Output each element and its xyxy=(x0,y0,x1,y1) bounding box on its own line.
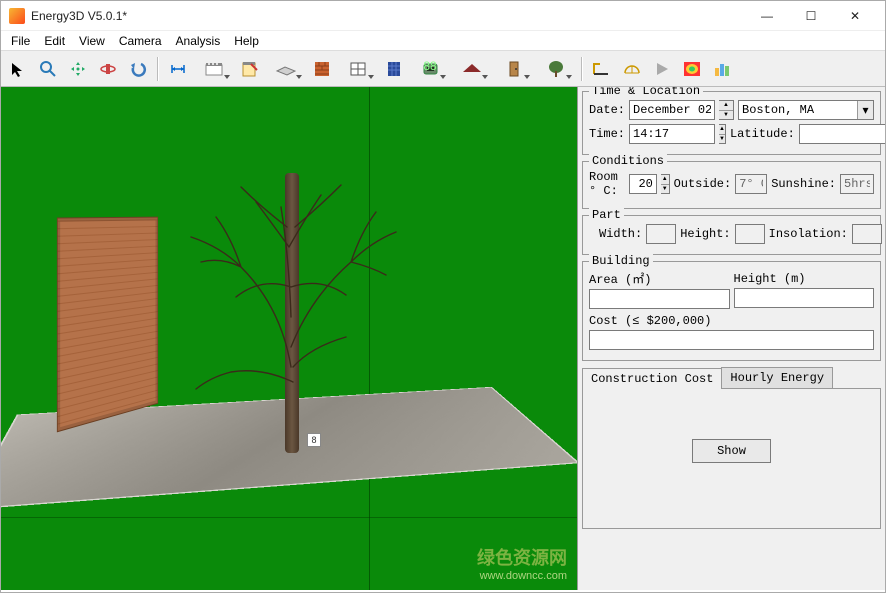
sun-path-icon[interactable] xyxy=(589,56,615,82)
watermark-line1: 绿色资源网 xyxy=(477,544,567,570)
tab-construction-cost[interactable]: Construction Cost xyxy=(582,368,722,389)
group-time-location: Time & Location Date: ▲▼ Boston, MA ▾ Ti… xyxy=(582,91,881,155)
outside-label: Outside: xyxy=(674,177,732,191)
chevron-down-icon[interactable]: ▾ xyxy=(857,101,873,119)
room-temp-label: Room ° C: xyxy=(589,170,625,198)
location-value: Boston, MA xyxy=(739,103,857,117)
building-area-label: Area (㎡) xyxy=(589,273,651,287)
group-conditions: Conditions Room ° C: ▲▼ Outside: Sunshin… xyxy=(582,161,881,209)
group-building: Building Area (㎡) Height (m) Cost (≤ $20… xyxy=(582,261,881,361)
pan-tool-icon[interactable] xyxy=(65,56,91,82)
wall-icon[interactable] xyxy=(309,56,335,82)
menu-edit[interactable]: Edit xyxy=(38,32,71,50)
notes-icon[interactable] xyxy=(237,56,263,82)
latitude-label: Latitude: xyxy=(730,127,795,141)
side-panel: Time & Location Date: ▲▼ Boston, MA ▾ Ti… xyxy=(577,87,885,590)
run-icon[interactable] xyxy=(649,56,675,82)
foundation-icon[interactable] xyxy=(267,56,305,82)
maximize-button[interactable]: ☐ xyxy=(789,2,833,30)
legend-part: Part xyxy=(589,208,624,222)
part-width-label: Width: xyxy=(599,227,642,241)
part-insolation-field xyxy=(852,224,882,244)
legend-conditions: Conditions xyxy=(589,154,667,168)
notebook-icon[interactable] xyxy=(195,56,233,82)
building-cost-label: Cost (≤ $200,000) xyxy=(589,314,711,328)
menu-help[interactable]: Help xyxy=(228,32,265,50)
undo-icon[interactable] xyxy=(125,56,151,82)
legend-building: Building xyxy=(589,254,653,268)
menu-analysis[interactable]: Analysis xyxy=(170,32,227,50)
part-width-field xyxy=(646,224,676,244)
location-combo[interactable]: Boston, MA ▾ xyxy=(738,100,874,120)
legend-time-location: Time & Location xyxy=(589,87,703,98)
scene-wall xyxy=(57,217,158,433)
latitude-field[interactable] xyxy=(799,124,885,144)
rotate-tool-icon[interactable] xyxy=(95,56,121,82)
part-insolation-label: Insolation: xyxy=(769,227,848,241)
tab-body: Show xyxy=(582,389,881,529)
tree-icon[interactable] xyxy=(537,56,575,82)
close-button[interactable]: ✕ xyxy=(833,2,877,30)
building-height-label: Height (m) xyxy=(734,272,806,286)
date-field[interactable] xyxy=(629,100,715,120)
sensor-icon[interactable]: 88 xyxy=(411,56,449,82)
part-height-label: Height: xyxy=(680,227,730,241)
chart-icon[interactable] xyxy=(709,56,735,82)
sunshine-label: Sunshine: xyxy=(771,177,836,191)
menu-file[interactable]: File xyxy=(5,32,36,50)
room-temp-spinner[interactable]: ▲▼ xyxy=(661,174,670,194)
window-grid-icon[interactable] xyxy=(339,56,377,82)
time-spinner[interactable]: ▲▼ xyxy=(719,124,726,144)
menu-camera[interactable]: Camera xyxy=(113,32,168,50)
axis-vertical xyxy=(369,87,370,590)
building-cost-field[interactable] xyxy=(589,330,874,350)
date-spinner[interactable]: ▲▼ xyxy=(719,100,734,120)
scene-marker: 8 xyxy=(307,433,321,447)
roof-icon[interactable] xyxy=(453,56,491,82)
door-icon[interactable] xyxy=(495,56,533,82)
sunshine-field xyxy=(840,174,874,194)
svg-text:88: 88 xyxy=(423,61,437,73)
tabs: Construction Cost Hourly Energy xyxy=(582,367,881,389)
heatmap-icon[interactable] xyxy=(679,56,705,82)
menubar: File Edit View Camera Analysis Help xyxy=(1,31,885,51)
time-field[interactable] xyxy=(629,124,715,144)
dimension-tool-icon[interactable] xyxy=(165,56,191,82)
tab-hourly-energy[interactable]: Hourly Energy xyxy=(721,367,833,388)
watermark-line2: www.downcc.com xyxy=(477,570,567,582)
building-area-field[interactable] xyxy=(589,289,730,309)
building-height-field[interactable] xyxy=(734,288,875,308)
separator xyxy=(157,57,159,81)
3d-viewport[interactable]: 8 绿色资源网 www.downcc.com xyxy=(1,87,577,590)
titlebar: Energy3D V5.0.1* ― ☐ ✕ xyxy=(1,1,885,31)
show-button[interactable]: Show xyxy=(692,439,771,463)
group-part: Part Width: Height: Insolation: xyxy=(582,215,881,255)
window-title: Energy3D V5.0.1* xyxy=(31,9,745,23)
part-height-field xyxy=(735,224,765,244)
app-icon xyxy=(9,8,25,24)
zoom-tool-icon[interactable] xyxy=(35,56,61,82)
minimize-button[interactable]: ― xyxy=(745,2,789,30)
toolbar: 88 xyxy=(1,51,885,87)
date-label: Date: xyxy=(589,103,625,117)
solar-panel-icon[interactable] xyxy=(381,56,407,82)
axis-horizontal xyxy=(1,517,577,518)
watermark: 绿色资源网 www.downcc.com xyxy=(477,544,567,582)
room-temp-field[interactable] xyxy=(629,174,657,194)
menu-view[interactable]: View xyxy=(73,32,111,50)
time-label: Time: xyxy=(589,127,625,141)
heliodon-icon[interactable] xyxy=(619,56,645,82)
select-tool-icon[interactable] xyxy=(5,56,31,82)
separator xyxy=(581,57,583,81)
scene-tree-trunk xyxy=(285,173,299,453)
outside-field xyxy=(735,174,767,194)
